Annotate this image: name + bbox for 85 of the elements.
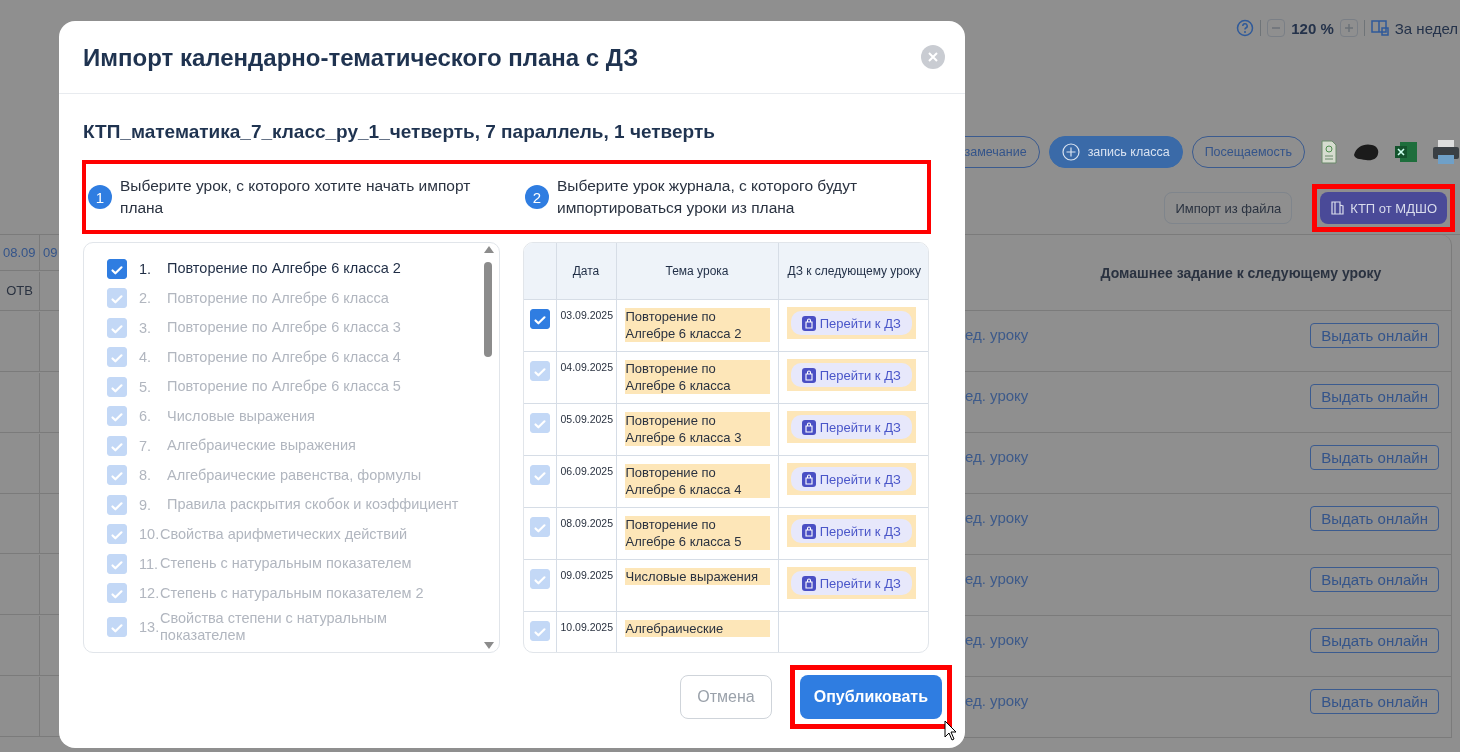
item-number: 6. bbox=[139, 408, 153, 425]
lock-icon bbox=[801, 419, 816, 435]
action-button[interactable]: запись класса bbox=[1048, 136, 1183, 168]
printer-icon[interactable] bbox=[1432, 139, 1460, 165]
zoom-level: 120 % bbox=[1291, 19, 1334, 37]
plus-icon bbox=[1061, 143, 1080, 161]
item-number: 5. bbox=[139, 378, 153, 395]
scroll-thumb[interactable] bbox=[484, 262, 492, 357]
zoom-out-button[interactable] bbox=[1267, 19, 1286, 37]
mark-header: ОТВ bbox=[0, 271, 40, 311]
close-button[interactable] bbox=[921, 45, 945, 69]
plan-subtitle: КТП_математика_7_класс_ру_1_четверть, 7 параллель, 1 четверть bbox=[83, 121, 716, 143]
lock-icon bbox=[801, 471, 816, 487]
column-header: Тема урока bbox=[616, 243, 778, 300]
plan-item[interactable]: Повторение по Алгебре 6 класса 2 bbox=[167, 260, 467, 278]
item-number: 12. bbox=[139, 585, 160, 602]
issue-online-button[interactable]: Выдать онлайн bbox=[1310, 445, 1439, 470]
step-number: 2 bbox=[525, 185, 549, 209]
book-icon bbox=[1330, 201, 1345, 215]
issue-online-button[interactable]: Выдать онлайн bbox=[1310, 323, 1439, 348]
lesson-topic: Повторение по Алгебре 6 класса bbox=[624, 360, 770, 394]
lesson-date: 05.09.2025 bbox=[559, 412, 615, 425]
checkbox[interactable] bbox=[530, 309, 550, 329]
issue-online-button[interactable]: Выдать онлайн bbox=[1310, 689, 1439, 714]
issue-online-button[interactable]: Выдать онлайн bbox=[1310, 628, 1439, 653]
homework-text: ед. уроку bbox=[965, 326, 1029, 343]
item-number: 1. bbox=[139, 260, 153, 277]
lock-icon bbox=[801, 575, 816, 591]
import-button[interactable]: Импорт из файла bbox=[1164, 192, 1293, 224]
lesson-date: 06.09.2025 bbox=[559, 464, 615, 477]
item-number: 3. bbox=[139, 319, 153, 336]
lesson-date: 09.09.2025 bbox=[559, 568, 615, 581]
column-header: ДЗ к следующему уроку bbox=[778, 243, 928, 300]
book-icon[interactable] bbox=[1370, 20, 1389, 36]
dialog-title: Импорт календарно-тематического плана с ДЗ bbox=[83, 44, 639, 72]
issue-online-button[interactable]: Выдать онлайн bbox=[1310, 384, 1439, 409]
lesson-topic: Повторение по Алгебре 6 класса 4 bbox=[624, 464, 770, 498]
item-number: 10. bbox=[139, 526, 160, 543]
plus-icon bbox=[1343, 23, 1354, 33]
lesson-topic: Повторение по Алгебре 6 класса 2 bbox=[624, 308, 770, 342]
checkbox[interactable] bbox=[107, 258, 127, 279]
cursor-icon bbox=[944, 720, 958, 741]
homework-text: ед. уроку bbox=[965, 570, 1029, 587]
period-selector[interactable]: За недел bbox=[1394, 19, 1458, 37]
scroll-down-icon[interactable] bbox=[483, 642, 494, 649]
lesson-topic: Числовые выражения bbox=[624, 568, 770, 585]
lesson-date: 08.09.2025 bbox=[559, 516, 615, 529]
homework-text: ед. уроку bbox=[965, 509, 1029, 526]
homework-text: ед. уроку bbox=[965, 387, 1029, 404]
item-number: 9. bbox=[139, 496, 153, 513]
lesson-date: 03.09.2025 bbox=[559, 308, 615, 321]
lock-icon bbox=[801, 315, 816, 331]
lock-icon bbox=[801, 367, 816, 383]
lesson-date: 10.09.2025 bbox=[559, 620, 615, 633]
item-number: 4. bbox=[139, 349, 153, 366]
step-number: 1 bbox=[88, 185, 112, 209]
item-number: 13. bbox=[139, 619, 160, 635]
spreadsheet-icon[interactable] bbox=[1394, 141, 1418, 163]
lesson-topic: Повторение по Алгебре 6 класса 5 bbox=[624, 516, 770, 550]
dialog-button[interactable]: Опубликовать bbox=[799, 675, 942, 719]
homework-text: ед. уроку bbox=[965, 692, 1029, 709]
homework-text: ед. уроку bbox=[965, 631, 1029, 648]
lock-icon bbox=[801, 523, 816, 539]
item-number: 8. bbox=[139, 467, 153, 484]
issue-online-button[interactable]: Выдать онлайн bbox=[1310, 506, 1439, 531]
scroll-up-icon[interactable] bbox=[483, 246, 494, 253]
item-number: 7. bbox=[139, 437, 153, 454]
issue-online-button[interactable]: Выдать онлайн bbox=[1310, 567, 1439, 592]
zoom-in-button[interactable] bbox=[1339, 19, 1358, 37]
help-icon[interactable] bbox=[1236, 19, 1255, 37]
document-icon[interactable] bbox=[1320, 139, 1338, 165]
item-number: 2. bbox=[139, 290, 153, 307]
step-instruction: Выберите урок, с которого хотите начать импорт плана bbox=[120, 176, 472, 218]
homework-text: ед. уроку bbox=[965, 448, 1029, 465]
close-icon bbox=[928, 52, 938, 62]
step-instruction: Выберите урок журнала, с которого будут импортироваться уроки из плана bbox=[557, 176, 859, 218]
column-header: Дата bbox=[556, 243, 616, 300]
date-header[interactable]: 08.09 bbox=[0, 235, 40, 271]
lesson-date: 04.09.2025 bbox=[559, 360, 615, 373]
dialog-button[interactable]: Отмена bbox=[680, 675, 772, 719]
lesson-topic: Повторение по Алгебре 6 класса 3 bbox=[624, 412, 770, 446]
import-button[interactable]: КТП от МДШО bbox=[1320, 192, 1447, 224]
homework-link[interactable]: Перейти к ДЗ bbox=[790, 311, 912, 335]
lesson-topic: Алгебраические bbox=[624, 620, 770, 637]
item-number: 11. bbox=[139, 555, 160, 572]
